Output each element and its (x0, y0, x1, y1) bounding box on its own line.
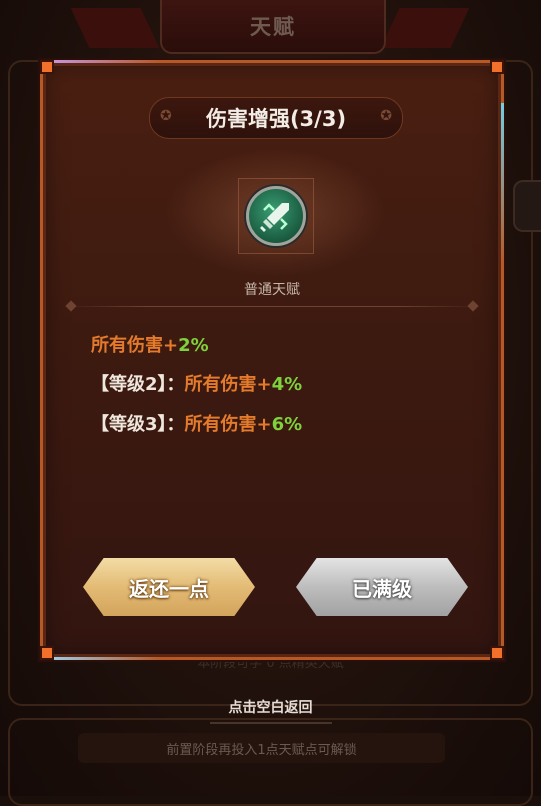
level-label: 【等级2】： (91, 374, 185, 395)
star-icon: ✪ (380, 108, 392, 124)
refund-point-label: 返还一点 (129, 576, 209, 601)
frame-accent (40, 657, 160, 660)
side-scroll-knob (513, 180, 541, 232)
max-level-button[interactable]: 已满级 (296, 558, 468, 616)
level-label: 【等级3】： (91, 414, 185, 435)
corner-ornament (40, 60, 54, 74)
talent-effect-level-3: 【等级3】：所有伤害+6% (91, 410, 302, 436)
corner-ornament (40, 646, 54, 660)
unlock-hint-text: 前置阶段再投入1点天赋点可解锁 (166, 742, 357, 758)
divider (65, 306, 479, 307)
corner-ornament (490, 646, 504, 660)
divider-ornament (65, 300, 77, 312)
dismiss-hint[interactable]: 点击空白返回 (0, 697, 541, 717)
screen-title-banner: 天赋 (160, 0, 386, 54)
talent-type: 普通天赋 (244, 282, 300, 298)
talent-effect-base: 所有伤害+2% (91, 331, 209, 357)
effect-desc: 所有伤害+ (91, 335, 179, 356)
frame-accent (501, 103, 504, 263)
effect-desc: 所有伤害+ (184, 414, 272, 435)
talent-name: 伤害增强(3/3) (205, 107, 347, 131)
talent-effect-level-2: 【等级2】：所有伤害+4% (91, 370, 302, 396)
star-icon: ✪ (160, 108, 172, 124)
effect-desc: 所有伤害+ (184, 374, 272, 395)
corner-ornament (490, 60, 504, 74)
screen-title: 天赋 (250, 15, 296, 39)
dismiss-underline (210, 722, 332, 724)
unlock-hint-bar: 前置阶段再投入1点天赋点可解锁 (78, 733, 445, 763)
effect-value: 2% (178, 335, 209, 356)
talent-header: ✪ 伤害增强(3/3) ✪ (149, 97, 403, 139)
effect-value: 6% (271, 414, 303, 435)
max-level-label: 已满级 (352, 576, 412, 601)
frame-accent (40, 60, 160, 63)
talent-detail-modal: ✪ 伤害增强(3/3) ✪ 普通天赋 所有伤害+2% 【等级2】：所有伤害+4%… (40, 60, 504, 660)
refund-point-button[interactable]: 返还一点 (83, 558, 255, 616)
effect-value: 4% (271, 374, 303, 395)
divider-ornament (467, 300, 479, 312)
sword-up-icon (246, 186, 306, 246)
